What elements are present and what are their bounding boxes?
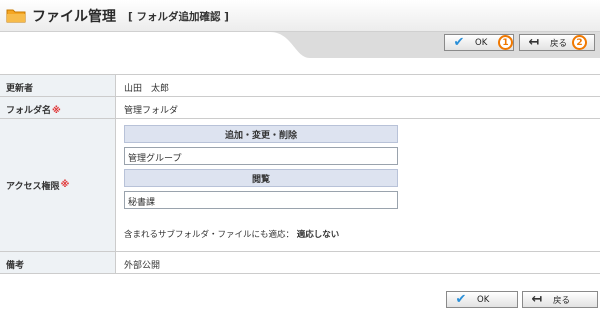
confirm-form: 更新者 山田 太郎 フォルダ名※ 管理フォルダ アクセス権限 ※ 追加・変更・削除… bbox=[0, 74, 600, 274]
edit-permission-header: 追加・変更・削除 bbox=[124, 125, 398, 143]
marker-2: 2 bbox=[572, 35, 587, 50]
row-folder-name: フォルダ名※ 管理フォルダ bbox=[0, 97, 600, 119]
folder-name-label: フォルダ名※ bbox=[0, 97, 116, 118]
back-button-label: 戻る bbox=[550, 38, 568, 49]
note-label: 備考 bbox=[0, 252, 116, 273]
edit-permission-field: 管理グループ bbox=[124, 147, 398, 165]
required-mark: ※ bbox=[60, 180, 70, 190]
ok-button-bottom[interactable]: ✔ OK bbox=[446, 291, 518, 308]
page-subtitle: [ フォルダ追加確認 ] bbox=[128, 11, 229, 23]
check-icon: ✔ bbox=[453, 35, 465, 50]
ok-button-label: OK bbox=[475, 37, 488, 48]
back-button-label: 戻る bbox=[553, 295, 571, 306]
note-value: 外部公開 bbox=[124, 261, 161, 271]
required-mark: ※ bbox=[52, 106, 61, 116]
access-value: 追加・変更・削除 管理グループ 閲覧 秘書課 含まれるサブフォルダ・ファイルにも… bbox=[116, 119, 600, 251]
back-arrow-icon: ↤ bbox=[528, 35, 540, 50]
updater-label: 更新者 bbox=[0, 75, 116, 96]
marker-1: 1 bbox=[498, 35, 513, 50]
folder-name-value: 管理フォルダ bbox=[124, 106, 179, 116]
include-value: 適応しない bbox=[296, 230, 340, 240]
include-label: 含まれるサブフォルダ・ファイルにも適応： bbox=[124, 230, 295, 240]
back-button-bottom[interactable]: ↤ 戻る bbox=[522, 291, 598, 308]
include-subfolders-line: 含まれるサブフォルダ・ファイルにも適応： 適応しない bbox=[124, 228, 339, 240]
page-title: ファイル管理 bbox=[32, 9, 116, 25]
row-updater: 更新者 山田 太郎 bbox=[0, 75, 600, 97]
access-label: アクセス権限 ※ bbox=[0, 119, 116, 251]
back-arrow-icon: ↤ bbox=[531, 292, 543, 307]
row-note: 備考 外部公開 bbox=[0, 252, 600, 274]
ok-button-label: OK bbox=[477, 294, 490, 305]
page-header: ファイル管理 [ フォルダ追加確認 ] bbox=[0, 0, 600, 32]
check-icon: ✔ bbox=[455, 292, 467, 307]
view-permission-header: 閲覧 bbox=[124, 169, 398, 187]
updater-value: 山田 太郎 bbox=[124, 84, 170, 94]
folder-icon bbox=[6, 9, 26, 23]
row-access: アクセス権限 ※ 追加・変更・削除 管理グループ 閲覧 秘書課 含まれるサブフォル… bbox=[0, 119, 600, 252]
view-permission-field: 秘書課 bbox=[124, 191, 398, 209]
